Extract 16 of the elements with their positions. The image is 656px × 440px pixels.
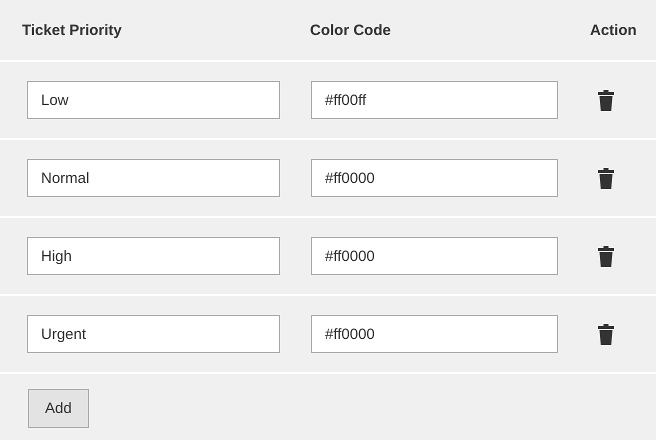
column-header: Ticket Priority: [21, 22, 123, 38]
add-button[interactable]: Add: [28, 388, 89, 428]
priority-field[interactable]: High: [27, 237, 280, 275]
column-header: Action: [589, 22, 638, 38]
color-code-field[interactable]: #ff00ff: [311, 81, 558, 119]
priority-field[interactable]: Low: [27, 81, 280, 119]
priority-field[interactable]: Normal: [27, 159, 280, 197]
color-code-field[interactable]: #ff0000: [311, 159, 558, 197]
trash-icon[interactable]: [598, 168, 614, 188]
color-code-field[interactable]: #ff0000: [311, 237, 558, 275]
priority-field[interactable]: Urgent: [27, 315, 280, 353]
trash-icon[interactable]: [598, 324, 614, 344]
trash-icon[interactable]: [598, 90, 614, 110]
color-code-field[interactable]: #ff0000: [311, 315, 558, 353]
trash-icon[interactable]: [598, 246, 614, 266]
column-header: Color Code: [309, 22, 392, 38]
